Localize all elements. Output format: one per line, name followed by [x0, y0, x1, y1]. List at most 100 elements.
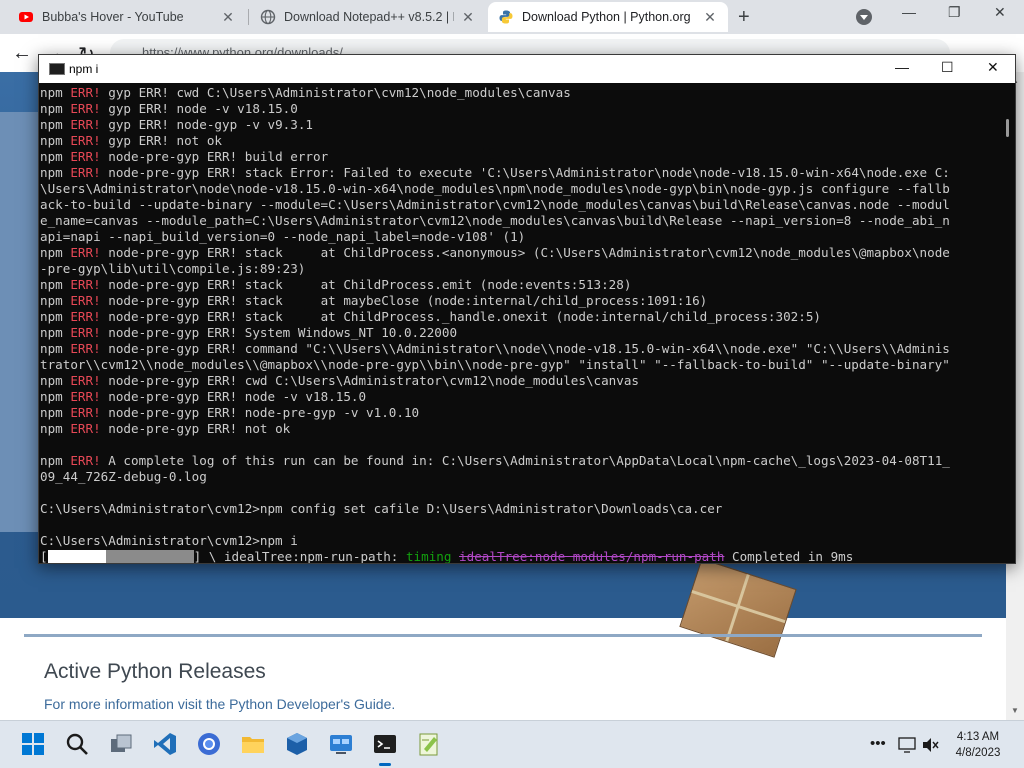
timing-target: idealTree:node_modules/npm-run-path [459, 549, 725, 563]
progress-stage: idealTree:npm-run-path: [223, 549, 399, 563]
terminal-text: A complete log of this run can be found … [100, 453, 950, 468]
terminal-text: npm [40, 373, 71, 388]
terminal-text: node-pre-gyp ERR! stack at ChildProcess.… [100, 309, 821, 324]
terminal-line: npm ERR! gyp ERR! cwd C:\Users\Administr… [40, 85, 998, 101]
python-icon [499, 10, 513, 24]
terminal-text: node-pre-gyp ERR! command "C:\\Users\\Ad… [100, 341, 950, 356]
windows-start-icon[interactable] [20, 731, 46, 757]
terminal-scrollbar[interactable] [1001, 83, 1015, 563]
hero-side-panel [0, 112, 40, 532]
tab-title: Bubba's Hover - YouTube [42, 10, 184, 24]
terminal-text: node-pre-gyp ERR! not ok [100, 421, 291, 436]
developers-guide-link[interactable]: For more information visit the Python De… [44, 696, 395, 712]
browser-close-icon[interactable]: ✕ [994, 4, 1006, 21]
browser-restore-icon[interactable]: ❐ [948, 4, 961, 21]
terminal-line: npm ERR! node-pre-gyp ERR! System Window… [40, 325, 998, 341]
error-tag: ERR! [70, 133, 101, 148]
terminal-line: npm ERR! gyp ERR! node -v v18.15.0 [40, 101, 998, 117]
terminal-line: npm ERR! node-pre-gyp ERR! cwd C:\Users\… [40, 373, 998, 389]
virtualbox-icon[interactable] [284, 731, 310, 757]
terminal-text: gyp ERR! not ok [100, 133, 223, 148]
youtube-icon [19, 12, 33, 22]
terminal-text: ack-to-build --update-binary --module=C:… [40, 197, 950, 212]
error-tag: ERR! [70, 453, 101, 468]
close-tab-icon[interactable]: ✕ [220, 9, 236, 26]
terminal-app-icon [49, 63, 65, 75]
error-tag: ERR! [70, 85, 101, 100]
tab-notepad-plus-plus[interactable]: Download Notepad++ v8.5.2 | N ✕ [250, 2, 486, 32]
terminal-line: npm ERR! node-pre-gyp ERR! stack at mayb… [40, 293, 998, 309]
error-tag: ERR! [70, 405, 101, 420]
volume-muted-icon[interactable] [922, 737, 940, 753]
search-icon[interactable] [64, 731, 90, 757]
tab-python[interactable]: Download Python | Python.org ✕ [488, 2, 728, 32]
back-button[interactable]: ← [12, 42, 32, 65]
vscode-icon[interactable] [152, 731, 178, 757]
terminal-text: npm [40, 309, 71, 324]
error-tag: ERR! [70, 389, 101, 404]
tab-title: Download Python | Python.org [522, 10, 691, 24]
terminal-close-button[interactable]: ✕ [987, 59, 999, 76]
tab-title: Download Notepad++ v8.5.2 | N [284, 10, 454, 24]
browser-minimize-icon[interactable]: — [902, 4, 916, 20]
terminal-line: ack-to-build --update-binary --module=C:… [40, 197, 998, 213]
file-explorer-icon[interactable] [240, 731, 266, 757]
terminal-text: npm [40, 341, 71, 356]
tab-search-icon[interactable] [856, 9, 872, 25]
terminal-output[interactable]: npm ERR! gyp ERR! cwd C:\Users\Administr… [40, 85, 998, 563]
scroll-down-icon[interactable]: ▼ [1011, 706, 1019, 715]
tab-youtube[interactable]: Bubba's Hover - YouTube ✕ [8, 2, 246, 32]
terminal-minimize-button[interactable]: — [895, 59, 909, 75]
globe-icon [260, 9, 276, 25]
close-tab-icon[interactable]: ✕ [460, 9, 476, 26]
terminal-title-bar[interactable]: npm i — ☐ ✕ [39, 55, 1015, 83]
section-divider [24, 634, 982, 637]
terminal-text: npm [40, 389, 71, 404]
terminal-line: npm ERR! node-pre-gyp ERR! node -v v18.1… [40, 389, 998, 405]
terminal-maximize-button[interactable]: ☐ [941, 59, 954, 76]
error-tag: ERR! [70, 101, 101, 116]
new-tab-button[interactable]: + [738, 6, 750, 29]
terminal-text: npm [40, 101, 71, 116]
terminal-text: npm [40, 133, 71, 148]
progress-bar-remaining [105, 550, 194, 563]
terminal-icon[interactable] [372, 731, 398, 757]
terminal-line: npm ERR! node-pre-gyp ERR! not ok [40, 421, 998, 437]
terminal-line: C:\Users\Administrator\cvm12>npm config … [40, 501, 998, 517]
close-tab-icon[interactable]: ✕ [702, 9, 718, 26]
system-clock[interactable]: 4:13 AM 4/8/2023 [940, 729, 1016, 761]
terminal-text: node-pre-gyp ERR! build error [100, 149, 329, 164]
terminal-text: npm [40, 293, 71, 308]
error-tag: ERR! [70, 117, 101, 132]
network-icon[interactable] [898, 737, 916, 753]
chrome-icon[interactable] [196, 731, 222, 757]
tray-overflow-icon[interactable]: ••• [870, 735, 886, 752]
terminal-running-indicator [379, 763, 391, 766]
terminal-line: C:\Users\Administrator\cvm12>npm i [40, 533, 998, 549]
terminal-line: 09_44_726Z-debug-0.log [40, 469, 998, 485]
active-releases-heading: Active Python Releases [44, 660, 266, 683]
terminal-text: npm [40, 325, 71, 340]
terminal-line: npm ERR! node-pre-gyp ERR! stack at Chil… [40, 277, 998, 293]
terminal-text: npm [40, 149, 71, 164]
task-view-icon[interactable] [108, 731, 134, 757]
terminal-line: npm ERR! node-pre-gyp ERR! node-pre-gyp … [40, 405, 998, 421]
error-tag: ERR! [70, 421, 101, 436]
terminal-text: C:\Users\Administrator\cvm12>npm i [40, 533, 298, 548]
error-tag: ERR! [70, 149, 101, 164]
terminal-line: trator\\cvm12\\node_modules\\@mapbox\\no… [40, 357, 998, 373]
progress-completed: Completed in 9ms [732, 549, 854, 563]
tab-separator [248, 9, 249, 25]
terminal-text: node-pre-gyp ERR! System Windows_NT 10.0… [100, 325, 458, 340]
progress-bar-filled [47, 550, 106, 563]
notepad-plus-plus-icon[interactable] [416, 731, 442, 757]
terminal-title: npm i [69, 62, 99, 76]
terminal-line: npm ERR! gyp ERR! node-gyp -v v9.3.1 [40, 117, 998, 133]
control-panel-icon[interactable] [328, 731, 354, 757]
terminal-text: gyp ERR! node-gyp -v v9.3.1 [100, 117, 313, 132]
terminal-text: node-pre-gyp ERR! stack at ChildProcess.… [100, 245, 950, 260]
error-tag: ERR! [70, 277, 101, 292]
terminal-scroll-thumb[interactable] [1006, 119, 1009, 137]
